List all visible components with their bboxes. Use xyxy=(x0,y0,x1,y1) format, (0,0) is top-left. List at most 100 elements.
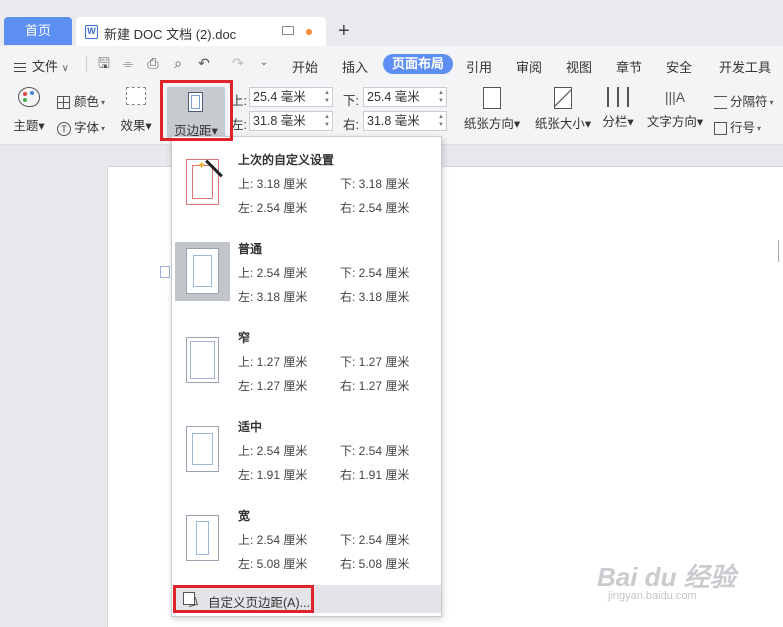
breaks-label: 分隔符 xyxy=(730,95,768,109)
preset-top: 上: 2.54 厘米 xyxy=(238,444,308,458)
colors-button[interactable]: 颜色 ▾ xyxy=(57,91,105,110)
menu-bar: 文件 ∨ 🖫 ⌯ ⎙ ⌕ ↶ ↷ ⌄ 开始 插入 页面布局 引用 审阅 视图 章… xyxy=(0,46,783,83)
tab-view[interactable]: 视图 xyxy=(566,57,592,76)
document-title: 新建 DOC 文档 (2).doc xyxy=(104,27,237,42)
print-icon[interactable]: ⎙ xyxy=(145,55,161,71)
right-margin-input[interactable]: 31.8 毫米 ▲ ▼ xyxy=(363,111,447,131)
more-dropdown-icon[interactable]: ⌄ xyxy=(256,55,272,71)
preset-top: 上: 2.54 厘米 xyxy=(238,533,308,547)
preset-top: 上: 1.27 厘米 xyxy=(238,355,308,369)
caret-down-icon: ▾ xyxy=(584,117,592,131)
effects-button[interactable]: 效果▾ xyxy=(118,87,154,134)
preset-bottom: 下: 3.18 厘米 xyxy=(340,177,410,191)
tab-references[interactable]: 引用 xyxy=(466,57,492,76)
tab-security[interactable]: 安全 xyxy=(666,57,692,76)
top-margin-input[interactable]: 25.4 毫米 ▲ ▼ xyxy=(249,87,333,107)
menu-separator xyxy=(86,56,87,72)
preset-top: 上: 2.54 厘米 xyxy=(238,266,308,280)
preset-right: 右: 1.27 厘米 xyxy=(340,379,410,393)
preset-left: 左: 1.27 厘米 xyxy=(238,379,308,393)
preset-moderate[interactable]: 适中 上: 2.54 厘米 下: 2.54 厘米 左: 1.91 厘米 右: 1… xyxy=(172,404,441,493)
file-menu[interactable]: 文件 ∨ xyxy=(14,56,69,75)
preset-top: 上: 3.18 厘米 xyxy=(238,177,308,191)
undo-icon[interactable]: ↶ xyxy=(196,55,212,71)
text-direction-icon: |||A xyxy=(664,89,686,105)
preset-thumbnail xyxy=(175,420,230,479)
tab-review[interactable]: 审阅 xyxy=(516,57,542,76)
preset-left: 左: 1.91 厘米 xyxy=(238,468,308,482)
paper-size-button[interactable]: 纸张大小▾ xyxy=(530,87,596,132)
caret-down-icon: ▾ xyxy=(101,98,106,108)
left-margin-value: 31.8 毫米 xyxy=(253,114,306,128)
preset-bottom: 下: 1.27 厘米 xyxy=(340,355,410,369)
preset-bottom: 下: 2.54 厘米 xyxy=(340,266,410,280)
spinner-arrows-icon[interactable]: ▲ ▼ xyxy=(324,113,330,129)
orientation-label: 纸张方向 xyxy=(463,117,514,131)
tab-developer[interactable]: 开发工具 xyxy=(719,57,771,76)
margins-highlight-box xyxy=(160,80,233,141)
tab-page-layout[interactable]: 页面布局 xyxy=(383,54,454,74)
orientation-icon xyxy=(483,87,501,109)
top-margin-label: 上: xyxy=(231,94,247,108)
caret-down-icon: ▾ xyxy=(513,117,521,131)
bottom-margin-input[interactable]: 25.4 毫米 ▲ ▼ xyxy=(363,87,447,107)
text-direction-label: 文字方向 xyxy=(646,115,697,129)
chevron-down-icon: ∨ xyxy=(61,63,69,74)
tab-insert[interactable]: 插入 xyxy=(342,57,368,76)
paper-size-label: 纸张大小 xyxy=(534,117,585,131)
line-numbers-button[interactable]: 行号 ▾ xyxy=(714,117,761,136)
columns-button[interactable]: 分栏▾ xyxy=(599,87,637,130)
grid-icon xyxy=(57,96,70,110)
preset-wide[interactable]: 宽 上: 2.54 厘米 下: 2.54 厘米 左: 5.08 厘米 右: 5.… xyxy=(172,493,441,582)
bottom-margin-value: 25.4 毫米 xyxy=(367,90,420,104)
spinner-arrows-icon[interactable]: ▲ ▼ xyxy=(438,89,444,105)
bottom-margin-label: 下: xyxy=(343,94,359,108)
monitor-icon[interactable] xyxy=(282,26,294,35)
new-tab-button[interactable]: + xyxy=(338,19,350,43)
tab-home[interactable]: 首页 xyxy=(4,17,72,45)
preset-left: 左: 5.08 厘米 xyxy=(238,557,308,571)
text-direction-button[interactable]: |||A 文字方向▾ xyxy=(645,87,705,130)
format-painter-icon[interactable]: ⌯ xyxy=(120,55,136,71)
preset-name: 普通 xyxy=(238,242,263,256)
caret-down-icon: ▾ xyxy=(38,119,45,133)
effects-label: 效果 xyxy=(120,119,146,133)
preset-right: 右: 3.18 厘米 xyxy=(340,290,410,304)
preset-name: 窄 xyxy=(238,331,251,345)
preset-last-custom[interactable]: ✦ 上次的自定义设置 上: 3.18 厘米 下: 3.18 厘米 左: 2.54… xyxy=(172,137,441,226)
paper-size-icon xyxy=(554,87,572,109)
tab-start[interactable]: 开始 xyxy=(292,57,318,76)
caret-down-icon: ▾ xyxy=(769,98,774,108)
save-icon[interactable]: 🖫 xyxy=(96,55,112,71)
baidu-watermark-url: jingyan.baidu.com xyxy=(608,590,697,602)
preset-thumbnail xyxy=(175,331,230,390)
orientation-button[interactable]: 纸张方向▾ xyxy=(460,87,524,132)
word-doc-icon: W xyxy=(85,25,98,39)
custom-margins-highlight-box xyxy=(173,585,314,613)
left-margin-input[interactable]: 31.8 毫米 ▲ ▼ xyxy=(249,111,333,131)
preset-name: 上次的自定义设置 xyxy=(238,153,335,167)
palette-icon xyxy=(18,87,40,107)
tab-bar: 首页 W 新建 DOC 文档 (2).doc + xyxy=(0,0,783,46)
preset-normal[interactable]: 普通 上: 2.54 厘米 下: 2.54 厘米 左: 3.18 厘米 右: 3… xyxy=(172,226,441,315)
preset-right: 右: 1.91 厘米 xyxy=(340,468,410,482)
theme-label: 主题 xyxy=(13,119,39,133)
tab-chapter[interactable]: 章节 xyxy=(616,57,642,76)
preset-thumbnail: ✦ xyxy=(175,153,230,212)
caret-down-icon: ▾ xyxy=(627,115,634,129)
preset-narrow[interactable]: 窄 上: 1.27 厘米 下: 1.27 厘米 左: 1.27 厘米 右: 1.… xyxy=(172,315,441,404)
tab-document[interactable]: W 新建 DOC 文档 (2).doc xyxy=(76,17,326,46)
spinner-arrows-icon[interactable]: ▲ ▼ xyxy=(324,89,330,105)
fonts-button[interactable]: T 字体 ▾ xyxy=(57,117,105,136)
breaks-button[interactable]: 分隔符 ▾ xyxy=(714,91,774,110)
redo-icon[interactable]: ↷ xyxy=(230,55,246,71)
theme-button[interactable]: 主题▾ xyxy=(10,87,48,134)
breaks-icon xyxy=(714,96,727,110)
preset-right: 右: 5.08 厘米 xyxy=(340,557,410,571)
preset-right: 右: 2.54 厘米 xyxy=(340,201,410,215)
line-numbers-label: 行号 xyxy=(730,121,756,135)
print-preview-icon[interactable]: ⌕ xyxy=(170,55,186,71)
preset-bottom: 下: 2.54 厘米 xyxy=(340,444,410,458)
caret-down-icon: ▾ xyxy=(145,119,152,133)
spinner-arrows-icon[interactable]: ▲ ▼ xyxy=(438,113,444,129)
